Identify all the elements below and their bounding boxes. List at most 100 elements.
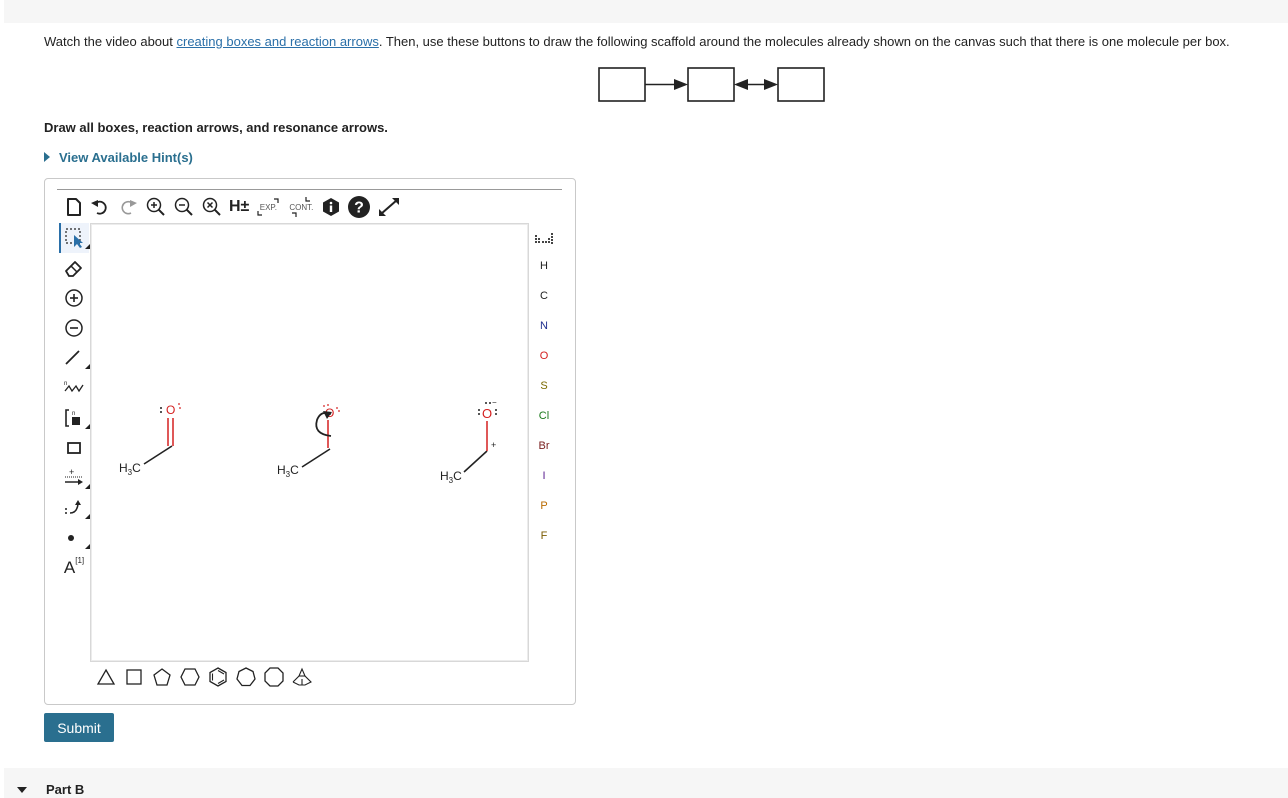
undo-icon: [91, 200, 107, 215]
element-palette: H C N O S Cl Br I P F: [532, 225, 556, 551]
dot-icon: [68, 535, 74, 541]
periodic-table-button[interactable]: [532, 225, 556, 251]
minus-circle-icon: [65, 319, 83, 337]
bond-tool[interactable]: [59, 343, 91, 373]
atom-label-tool[interactable]: A[1]: [59, 553, 89, 583]
element-h[interactable]: H: [532, 251, 556, 281]
help-button[interactable]: ?: [347, 196, 371, 218]
chain-icon: n: [64, 381, 84, 393]
positive-charge-tool[interactable]: [59, 283, 89, 313]
drawing-canvas[interactable]: H3C O H3C O H3C: [90, 223, 529, 662]
instructions-prefix: Watch the video about: [44, 34, 177, 49]
element-c[interactable]: C: [532, 281, 556, 311]
svg-text:n: n: [72, 411, 75, 417]
contract-button[interactable]: CONT.: [287, 196, 315, 218]
element-cl[interactable]: Cl: [532, 401, 556, 431]
hint-label: View Available Hint(s): [59, 150, 193, 165]
fullscreen-button[interactable]: [377, 196, 401, 218]
zoom-out-icon: [174, 197, 193, 216]
hexagon-icon: [180, 668, 200, 686]
zoom-reset-icon: [202, 197, 221, 216]
ring-octagon[interactable]: [263, 667, 285, 687]
octagon-icon: [264, 667, 284, 687]
box-icon: [67, 442, 81, 454]
zoom-out-button[interactable]: [173, 196, 195, 218]
curved-arrow-tool[interactable]: [59, 493, 91, 523]
expand-triangle-icon: [44, 152, 50, 162]
molecule-3-plus-charge: +: [491, 440, 496, 450]
plus-circle-icon: [65, 289, 83, 307]
element-p[interactable]: P: [532, 491, 556, 521]
element-o[interactable]: O: [532, 341, 556, 371]
redo-button[interactable]: [117, 196, 139, 218]
molecule-1: H3C O: [119, 403, 181, 477]
ring-hexagon[interactable]: [179, 667, 201, 687]
molecule-3-minus-charge: −: [492, 398, 497, 407]
scaffold-diagram: [598, 67, 825, 102]
marquee-select-icon: [65, 228, 83, 248]
reaction-arrow-tool[interactable]: +: [59, 463, 91, 493]
video-link[interactable]: creating boxes and reaction arrows: [177, 34, 379, 49]
ring-square[interactable]: [123, 667, 145, 687]
negative-charge-tool[interactable]: [59, 313, 89, 343]
collapse-triangle-icon: [17, 787, 27, 793]
expand-label: EXP.: [259, 202, 277, 212]
scaffold-box-1: [598, 67, 646, 102]
molecule-2: H3C O: [277, 404, 340, 479]
element-i[interactable]: I: [532, 461, 556, 491]
undo-button[interactable]: [89, 196, 111, 218]
heptagon-icon: [236, 667, 256, 687]
pentagon-icon: [153, 668, 171, 686]
part-b-header[interactable]: [4, 768, 1288, 798]
info-button[interactable]: [321, 196, 341, 218]
scaffold-box-3: [777, 67, 825, 102]
benzene-icon: [209, 667, 227, 687]
svg-text:?: ?: [354, 200, 364, 217]
select-tool[interactable]: [59, 223, 91, 253]
triangle-icon: [96, 668, 116, 685]
reaction-arrow-icon: +: [65, 467, 83, 485]
molecule-3: H3C O − +: [440, 398, 497, 485]
svg-text:+: +: [69, 467, 74, 477]
curved-arrow-icon: [65, 500, 81, 514]
molecule-2-methyl-label: H3C: [277, 463, 299, 479]
help-circle-icon: ?: [348, 196, 371, 218]
element-f[interactable]: F: [532, 521, 556, 551]
element-br[interactable]: Br: [532, 431, 556, 461]
ring-benzene[interactable]: [207, 667, 229, 687]
molecule-3-oxygen: O: [482, 406, 492, 421]
ring-chair[interactable]: [291, 667, 313, 687]
left-toolbar: n n + A[1]: [59, 223, 91, 583]
contract-label: CONT.: [289, 202, 314, 212]
top-bar: [4, 0, 1288, 23]
instructions-suffix: . Then, use these buttons to draw the fo…: [378, 34, 1230, 49]
electron-dot-tool[interactable]: [59, 523, 91, 553]
molecule-3-methyl-label: H3C: [440, 469, 462, 485]
submit-button[interactable]: Submit: [44, 713, 114, 742]
ring-triangle[interactable]: [95, 667, 117, 687]
scaffold-box-2: [687, 67, 735, 102]
ring-heptagon[interactable]: [235, 667, 257, 687]
drawing-editor: H± EXP. CONT. ? n n + A[1] H3C O H3C H3C…: [44, 178, 576, 705]
new-document-button[interactable]: [65, 196, 83, 218]
hint-link[interactable]: View Available Hint(s): [44, 150, 193, 165]
element-n[interactable]: N: [532, 311, 556, 341]
element-s[interactable]: S: [532, 371, 556, 401]
expand-button[interactable]: EXP.: [255, 196, 281, 218]
chair-cyclohexane-icon: [292, 667, 312, 686]
svg-text:n: n: [64, 381, 67, 387]
explicit-hydrogens-button[interactable]: H±: [229, 196, 249, 218]
document-icon: [67, 198, 81, 216]
periodic-table-icon: [535, 233, 553, 244]
square-icon: [126, 669, 142, 685]
chain-tool[interactable]: n: [59, 373, 89, 403]
atom-label-icon: A[1]: [63, 556, 85, 577]
box-tool[interactable]: [59, 433, 89, 463]
eraser-tool[interactable]: [59, 253, 89, 283]
fullscreen-arrows-icon: [379, 198, 400, 216]
part-b-label: Part B: [46, 782, 85, 797]
ring-pentagon[interactable]: [151, 667, 173, 687]
zoom-reset-button[interactable]: [201, 196, 223, 218]
bracket-tool[interactable]: n: [59, 403, 91, 433]
zoom-in-button[interactable]: [145, 196, 167, 218]
